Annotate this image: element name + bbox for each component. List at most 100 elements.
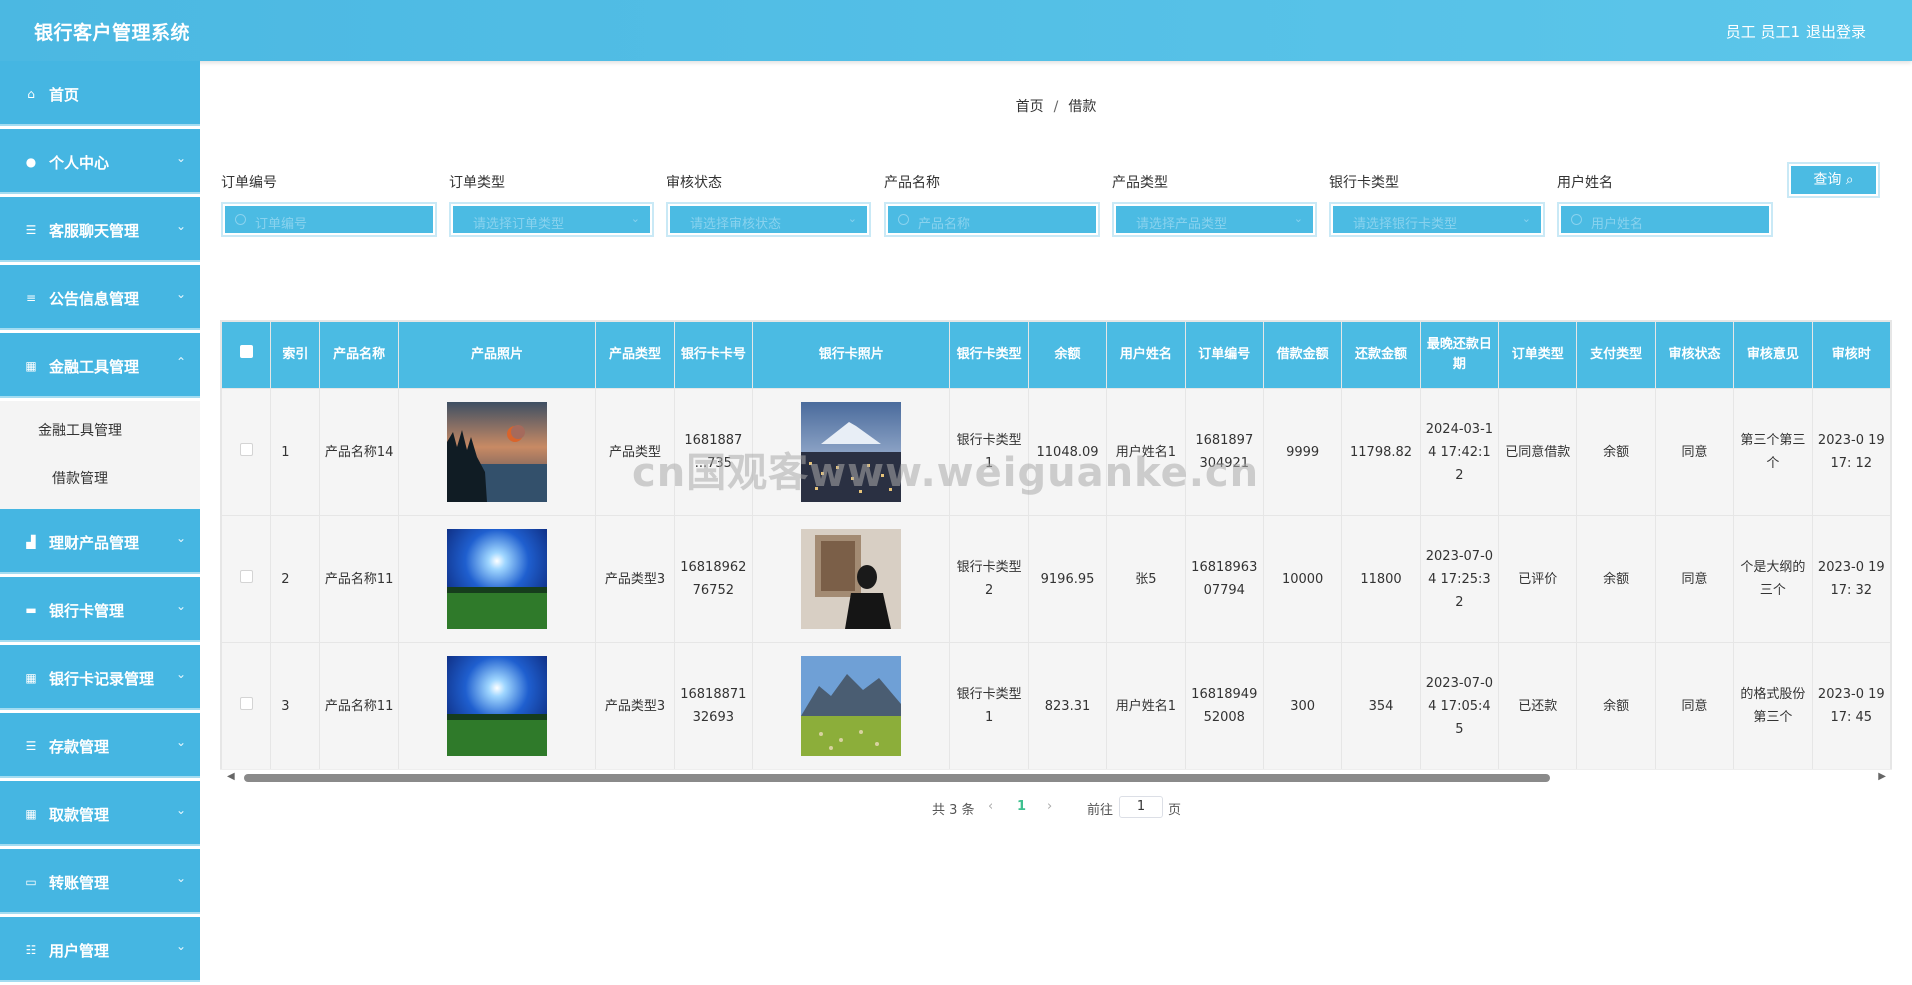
col-header[interactable]: 银行卡卡号 [673,321,754,389]
table-row[interactable]: 3 产品名称11 产品类型3 1681887132693 银行卡类型1 823.… [221,642,1891,770]
sidebar-item-label: 个人中心 [49,154,110,172]
chevron-down-icon: ⌄ [630,212,640,225]
select-placeholder: 请选择产品类型 [1136,217,1228,232]
cell: 余额 [1576,515,1656,643]
cell: 产品类型3 [595,642,675,770]
user-name-input[interactable]: 用户姓名 [1557,202,1773,237]
search-icon [235,214,246,225]
checkbox-icon [239,345,253,358]
card-image [801,529,902,629]
submenu-item-loan[interactable]: 借款管理 [0,455,200,503]
col-header[interactable]: 产品名称 [319,321,399,389]
col-header[interactable]: 借款金额 [1262,321,1343,389]
card-type-select[interactable]: 请选择银行卡类型 ⌄ [1329,202,1545,237]
scroll-right-arrow-icon[interactable]: ▶ [1878,771,1886,782]
product-image [447,402,548,502]
sidebar-item-deposit[interactable]: ☰ 存款管理 ⌄ [0,713,200,781]
col-header[interactable]: 银行卡类型 [949,321,1029,389]
sidebar-item-label: 存款管理 [49,738,110,756]
home-icon: ⌂ [27,87,35,101]
sidebar-item-label: 金融工具管理 [49,358,140,376]
breadcrumb-home[interactable]: 首页 [1016,99,1044,115]
query-button[interactable]: 查询 ⌕ [1787,162,1880,198]
cell: 同意 [1654,642,1735,770]
sidebar-item-notice[interactable]: ≡ 公告信息管理 ⌄ [0,265,200,333]
product-image [447,656,548,756]
cell: 的格式股份第三个 [1733,642,1813,770]
product-photo[interactable] [397,515,597,643]
app-title: 银行客户管理系统 [34,22,191,44]
sidebar-item-transfer[interactable]: ▭ 转账管理 ⌄ [0,849,200,917]
col-header[interactable]: 订单类型 [1498,321,1578,389]
review-status-select[interactable]: 请选择审核状态 ⌄ [666,202,871,237]
cell: 用户姓名1 [1106,642,1186,770]
cell: 1 [270,388,321,516]
chevron-down-icon: ⌄ [175,599,186,613]
filter-label-product-name: 产品名称 [884,175,940,191]
sidebar-item-card-record[interactable]: ▦ 银行卡记录管理 ⌄ [0,645,200,713]
prev-page-icon[interactable]: ‹ [988,799,993,814]
col-header[interactable]: 审核状态 [1654,321,1735,389]
col-header[interactable]: 最晚还款日期 [1419,321,1500,389]
select-placeholder: 请选择银行卡类型 [1353,217,1458,232]
chevron-down-icon: ⌄ [175,667,186,681]
user-icon: ● [25,155,37,169]
scrollbar-thumb[interactable] [244,774,1550,782]
row-checkbox[interactable] [221,515,272,643]
cell: 已评价 [1498,515,1578,643]
top-header: 银行客户管理系统 员工 员工1 退出登录 [0,0,1912,61]
input-placeholder: 订单编号 [255,217,308,232]
sidebar-item-label: 取款管理 [49,806,110,824]
row-checkbox[interactable] [221,388,272,516]
sidebar-item-finance-tools[interactable]: ▦ 金融工具管理 ⌃ [0,333,200,401]
col-header[interactable]: 索引 [270,321,321,389]
submenu-finance-tools: 金融工具管理 借款管理 [0,401,200,509]
col-header[interactable]: 审核时 [1811,321,1891,389]
filter-label-user-name: 用户姓名 [1557,175,1613,191]
sidebar-item-withdraw[interactable]: ▦ 取款管理 ⌄ [0,781,200,849]
col-header[interactable]: 订单编号 [1184,321,1264,389]
col-header[interactable]: 审核意见 [1733,321,1813,389]
chevron-down-icon: ⌄ [1293,212,1303,225]
col-header[interactable]: 银行卡照片 [752,321,951,389]
table-row[interactable]: 2 产品名称11 产品类型3 1681896276752 银行卡类型2 9196… [221,515,1891,643]
breadcrumb-separator: / [1053,99,1059,115]
col-header[interactable]: 产品照片 [397,321,597,389]
order-type-select[interactable]: 请选择订单类型 ⌄ [449,202,654,237]
sidebar-item-chat[interactable]: ☰ 客服聊天管理 ⌄ [0,197,200,265]
sidebar-item-card[interactable]: ▬ 银行卡管理 ⌄ [0,577,200,645]
col-header[interactable]: 支付类型 [1576,321,1656,389]
product-photo[interactable] [397,642,597,770]
next-page-icon[interactable]: › [1047,799,1052,814]
filter-label-order-no: 订单编号 [221,175,277,191]
col-header[interactable]: 用户姓名 [1106,321,1186,389]
row-checkbox[interactable] [221,642,272,770]
logout-button[interactable]: 退出登录 [1806,21,1866,42]
watermark: cn国观客www.weiguanke.cn [632,450,1260,496]
card-icon: ▬ [25,603,37,617]
order-no-input[interactable]: 订单编号 [221,202,437,237]
product-name-input[interactable]: 产品名称 [884,202,1100,237]
submenu-item-finance-tools[interactable]: 金融工具管理 [0,407,200,455]
card-photo[interactable] [752,642,951,770]
col-header[interactable]: 余额 [1027,321,1108,389]
sidebar-item-profile[interactable]: ● 个人中心 ⌄ [0,129,200,197]
cell: 2023-0 19 17: 12 [1811,388,1891,516]
cell: 2023-07-04 17:25:32 [1419,515,1500,643]
scroll-left-arrow-icon[interactable]: ◀ [227,771,235,782]
col-header[interactable]: 产品类型 [595,321,675,389]
page-number-current[interactable]: 1 [1017,799,1026,814]
select-all-checkbox[interactable] [221,321,272,389]
card-photo[interactable] [752,515,951,643]
sidebar-item-home[interactable]: ⌂ 首页 [0,61,200,129]
table-horizontal-scrollbar[interactable]: ◀ ▶ [220,769,1892,785]
input-placeholder: 用户姓名 [1591,217,1644,232]
sidebar-item-wealth[interactable]: ▟ 理财产品管理 ⌄ [0,509,200,577]
chevron-down-icon: ⌄ [175,287,186,301]
col-header[interactable]: 还款金额 [1341,321,1421,389]
product-photo[interactable] [397,388,597,516]
cell: 1681887132693 [673,642,754,770]
page-jump-input[interactable]: 1 [1119,796,1163,818]
sidebar-item-users[interactable]: ☷ 用户管理 ⌄ [0,917,200,985]
product-type-select[interactable]: 请选择产品类型 ⌄ [1112,202,1317,237]
